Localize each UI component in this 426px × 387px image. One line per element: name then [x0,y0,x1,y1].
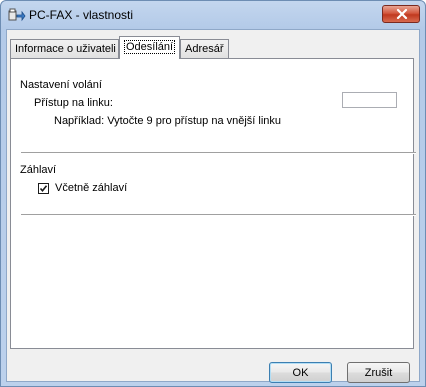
include-header-checkbox[interactable] [38,183,49,194]
title-bar[interactable]: PC-FAX - vlastnosti [1,1,425,29]
cancel-button[interactable]: Zrušit [347,362,410,383]
pc-fax-icon [8,8,26,22]
close-button[interactable] [382,5,420,23]
tab-address-book-label: Adresář [185,43,224,55]
tab-sending[interactable]: Odesílání [119,36,180,59]
dialing-settings-heading: Nastavení volání [20,79,102,91]
window-title: PC-FAX - vlastnosti [29,8,134,22]
ok-button[interactable]: OK [269,362,332,383]
close-icon [396,9,408,19]
tab-panel-sending: Nastavení volání Přístup na linku: Napří… [10,58,416,349]
include-header-label[interactable]: Včetně záhlaví [55,182,127,194]
dialog-client-area: Informace o uživateli Odesílání Adresář … [6,29,420,383]
line-access-label: Přístup na linku: [34,97,113,109]
header-section-heading: Záhlaví [20,164,57,176]
tab-address-book[interactable]: Adresář [180,39,229,58]
tab-user-info-label: Informace o uživateli [15,43,116,55]
checkmark-icon [39,185,48,193]
tab-user-info[interactable]: Informace o uživateli [10,39,119,58]
section-divider [21,214,416,216]
line-access-example: Například: Vytočte 9 pro přístup na vněj… [54,115,282,127]
dialog-window: PC-FAX - vlastnosti Informace o uživatel… [0,0,426,387]
line-access-input[interactable] [342,92,397,108]
tab-sending-label: Odesílání [124,40,176,54]
section-divider [21,152,416,154]
